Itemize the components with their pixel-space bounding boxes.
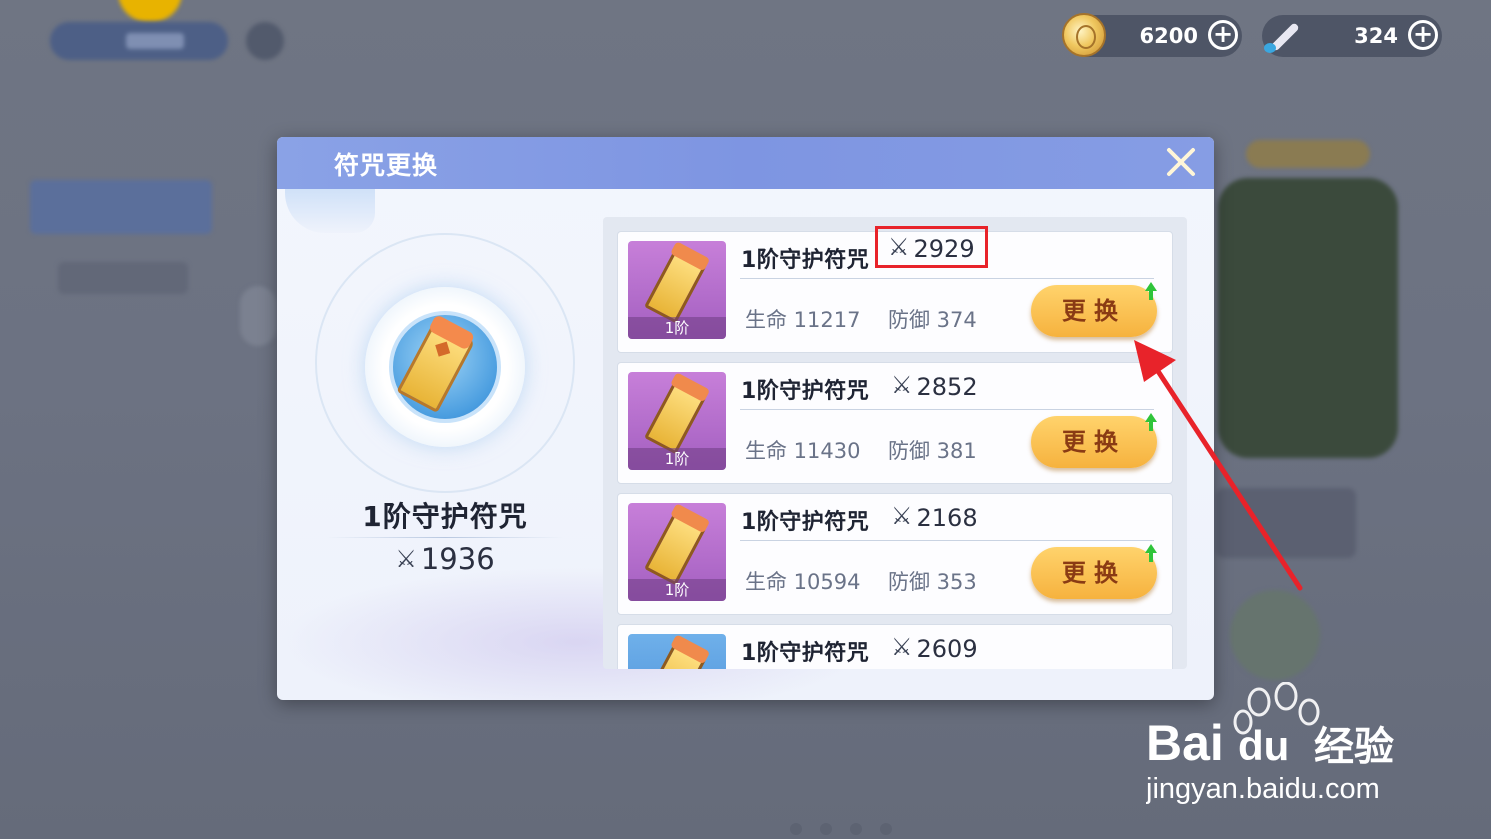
watermark-brand-a: Bai bbox=[1146, 715, 1224, 771]
talisman-thumbnail: 1阶 bbox=[628, 372, 726, 470]
rank-badge: 1阶 bbox=[628, 448, 726, 470]
baidu-jingyan-watermark: Bai du 经验 jingyan.baidu.com bbox=[1146, 682, 1394, 805]
talisman-list[interactable]: 1阶 1阶守护符咒 ⚔ 2929 生命 11217 防御 374 更换 1阶 1阶… bbox=[603, 217, 1187, 669]
rank-badge: 1阶 bbox=[628, 317, 726, 339]
divider bbox=[740, 409, 1154, 410]
dialog-title: 符咒更换 bbox=[334, 151, 439, 180]
coin-value: 6200 bbox=[1139, 24, 1198, 48]
ink-value: 324 bbox=[1354, 24, 1398, 48]
power: ⚔ 2609 bbox=[887, 633, 982, 663]
talisman-thumbnail: 1阶 bbox=[628, 241, 726, 339]
rank-badge: 1阶 bbox=[628, 579, 726, 601]
watermark-brand-b: du bbox=[1238, 722, 1289, 769]
hp-stat: 生命 11430 bbox=[745, 439, 861, 463]
talisman-name: 1阶守护符咒 bbox=[741, 248, 870, 273]
annotation-arrow bbox=[1134, 340, 1303, 591]
brush-icon bbox=[1260, 13, 1304, 57]
decorative-drip bbox=[285, 189, 375, 233]
power: ⚔ 2852 bbox=[887, 371, 982, 401]
defense-stat: 防御 353 bbox=[888, 570, 977, 594]
talisman-swap-dialog: 符咒更换 1阶守护符咒 ⚔ 1936 1阶 1阶守护符咒 ⚔ 2929 生命 112… bbox=[277, 137, 1214, 700]
hp-stat: 生命 10594 bbox=[745, 570, 861, 594]
side-tab-blurred bbox=[30, 180, 212, 234]
help-button-blurred bbox=[246, 22, 284, 60]
crossed-swords-icon: ⚔ bbox=[891, 633, 913, 661]
watermark-brand-c: 经验 bbox=[1314, 724, 1394, 770]
divider bbox=[740, 540, 1154, 541]
talisman-icon bbox=[644, 246, 708, 324]
coin-icon bbox=[1062, 13, 1106, 57]
crossed-swords-icon: ⚔ bbox=[891, 502, 913, 530]
close-icon[interactable] bbox=[1164, 145, 1198, 179]
list-item: 1阶 1阶守护符咒 ⚔ 2168 生命 10594 防御 353 更换 bbox=[617, 493, 1173, 615]
power: ⚔ 2168 bbox=[887, 502, 982, 532]
current-power: ⚔ 1936 bbox=[317, 542, 573, 576]
left-arrow-blurred bbox=[240, 286, 276, 346]
defense-stat: 防御 381 bbox=[888, 439, 977, 463]
power-value: 2609 bbox=[916, 635, 978, 663]
side-tab-2-blurred bbox=[58, 262, 188, 294]
talisman-thumbnail bbox=[628, 634, 726, 669]
divider bbox=[327, 537, 563, 538]
coin-counter: 6200 + bbox=[1062, 13, 1242, 57]
talisman-icon bbox=[644, 377, 708, 455]
crossed-swords-icon: ⚔ bbox=[888, 233, 910, 261]
dialog-header: 符咒更换 bbox=[277, 137, 1214, 189]
divider bbox=[740, 278, 1154, 279]
hp-stat: 生命 11217 bbox=[745, 308, 861, 332]
power-value: 2929 bbox=[913, 235, 975, 263]
power-value: 2852 bbox=[916, 373, 978, 401]
current-talisman-name: 1阶守护符咒 bbox=[362, 500, 528, 533]
upgrade-arrow-icon bbox=[1145, 282, 1157, 302]
ink-counter: 324 + bbox=[1262, 15, 1442, 57]
talisman-icon bbox=[644, 639, 708, 669]
swap-button[interactable]: 更换 bbox=[1031, 285, 1157, 337]
power-value: 2168 bbox=[916, 504, 978, 532]
add-coins-button[interactable]: + bbox=[1208, 20, 1238, 50]
crossed-swords-icon: ⚔ bbox=[395, 545, 417, 573]
right-banner-blurred bbox=[1246, 140, 1370, 168]
talisman-thumbnail: 1阶 bbox=[628, 503, 726, 601]
add-slot-blurred bbox=[1230, 590, 1320, 680]
defense-stat: 防御 374 bbox=[888, 308, 977, 332]
power-highlighted: ⚔ 2929 bbox=[875, 226, 988, 268]
talisman-name: 1阶守护符咒 bbox=[741, 379, 870, 404]
list-item: 1阶守护符咒 ⚔ 2609 bbox=[617, 624, 1173, 669]
crossed-swords-icon: ⚔ bbox=[891, 371, 913, 399]
list-item: 1阶 1阶守护符咒 ⚔ 2929 生命 11217 防御 374 更换 bbox=[617, 226, 1173, 353]
talisman-name: 1阶守护符咒 bbox=[741, 641, 870, 666]
talisman-name: 1阶守护符咒 bbox=[741, 510, 870, 535]
talisman-icon bbox=[644, 508, 708, 586]
back-button-blurred bbox=[50, 22, 228, 60]
page-indicator bbox=[790, 820, 910, 839]
current-power-value: 1936 bbox=[420, 542, 495, 576]
add-ink-button[interactable]: + bbox=[1408, 20, 1438, 50]
list-item: 1阶 1阶守护符咒 ⚔ 2852 生命 11430 防御 381 更换 bbox=[617, 362, 1173, 484]
game-logo bbox=[118, 0, 182, 22]
watermark-url: jingyan.baidu.com bbox=[1146, 773, 1380, 805]
